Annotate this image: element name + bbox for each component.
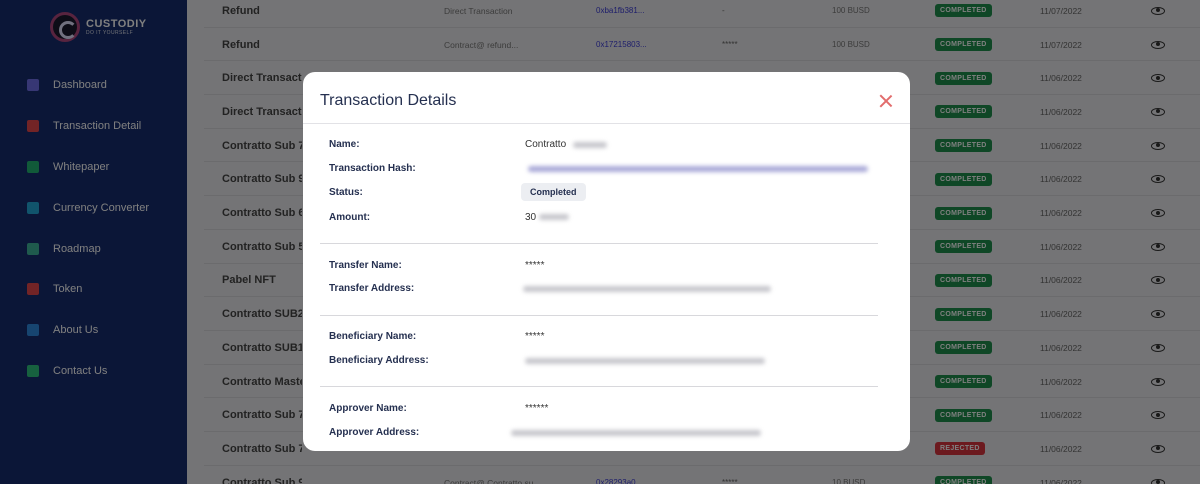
beneficiary-address-label: Beneficiary Address: — [329, 355, 429, 366]
approver-address-label: Approver Address: — [329, 427, 420, 438]
name-value-redacted — [573, 142, 607, 148]
modal-header-divider — [303, 123, 910, 124]
approver-address-redacted — [511, 430, 761, 436]
section-divider — [320, 386, 878, 387]
amount-value: 30 — [525, 212, 537, 223]
beneficiary-name-label: Beneficiary Name: — [329, 331, 417, 342]
transfer-address-redacted — [523, 286, 771, 292]
beneficiary-name-value: ***** — [525, 331, 545, 342]
transfer-name-value: ***** — [525, 260, 545, 271]
section-divider — [320, 315, 878, 316]
name-value: Contratto — [525, 139, 567, 150]
status-badge: Completed — [521, 183, 586, 201]
approver-name-value: ****** — [525, 403, 549, 414]
modal-title: Transaction Details — [320, 92, 457, 109]
transaction-hash-label: Transaction Hash: — [329, 163, 416, 174]
approver-name-label: Approver Name: — [329, 403, 407, 414]
name-label: Name: — [329, 139, 360, 150]
amount-label: Amount: — [329, 212, 371, 223]
transaction-hash-redacted — [528, 166, 868, 172]
status-label: Status: — [329, 187, 363, 198]
amount-value-redacted — [539, 214, 569, 220]
transfer-address-label: Transfer Address: — [329, 283, 415, 294]
transaction-details-modal: Transaction Details Name: Contratto Tran… — [303, 72, 910, 451]
section-divider — [320, 243, 878, 244]
close-icon[interactable] — [877, 92, 895, 110]
transfer-name-label: Transfer Name: — [329, 260, 402, 271]
beneficiary-address-redacted — [525, 358, 765, 364]
